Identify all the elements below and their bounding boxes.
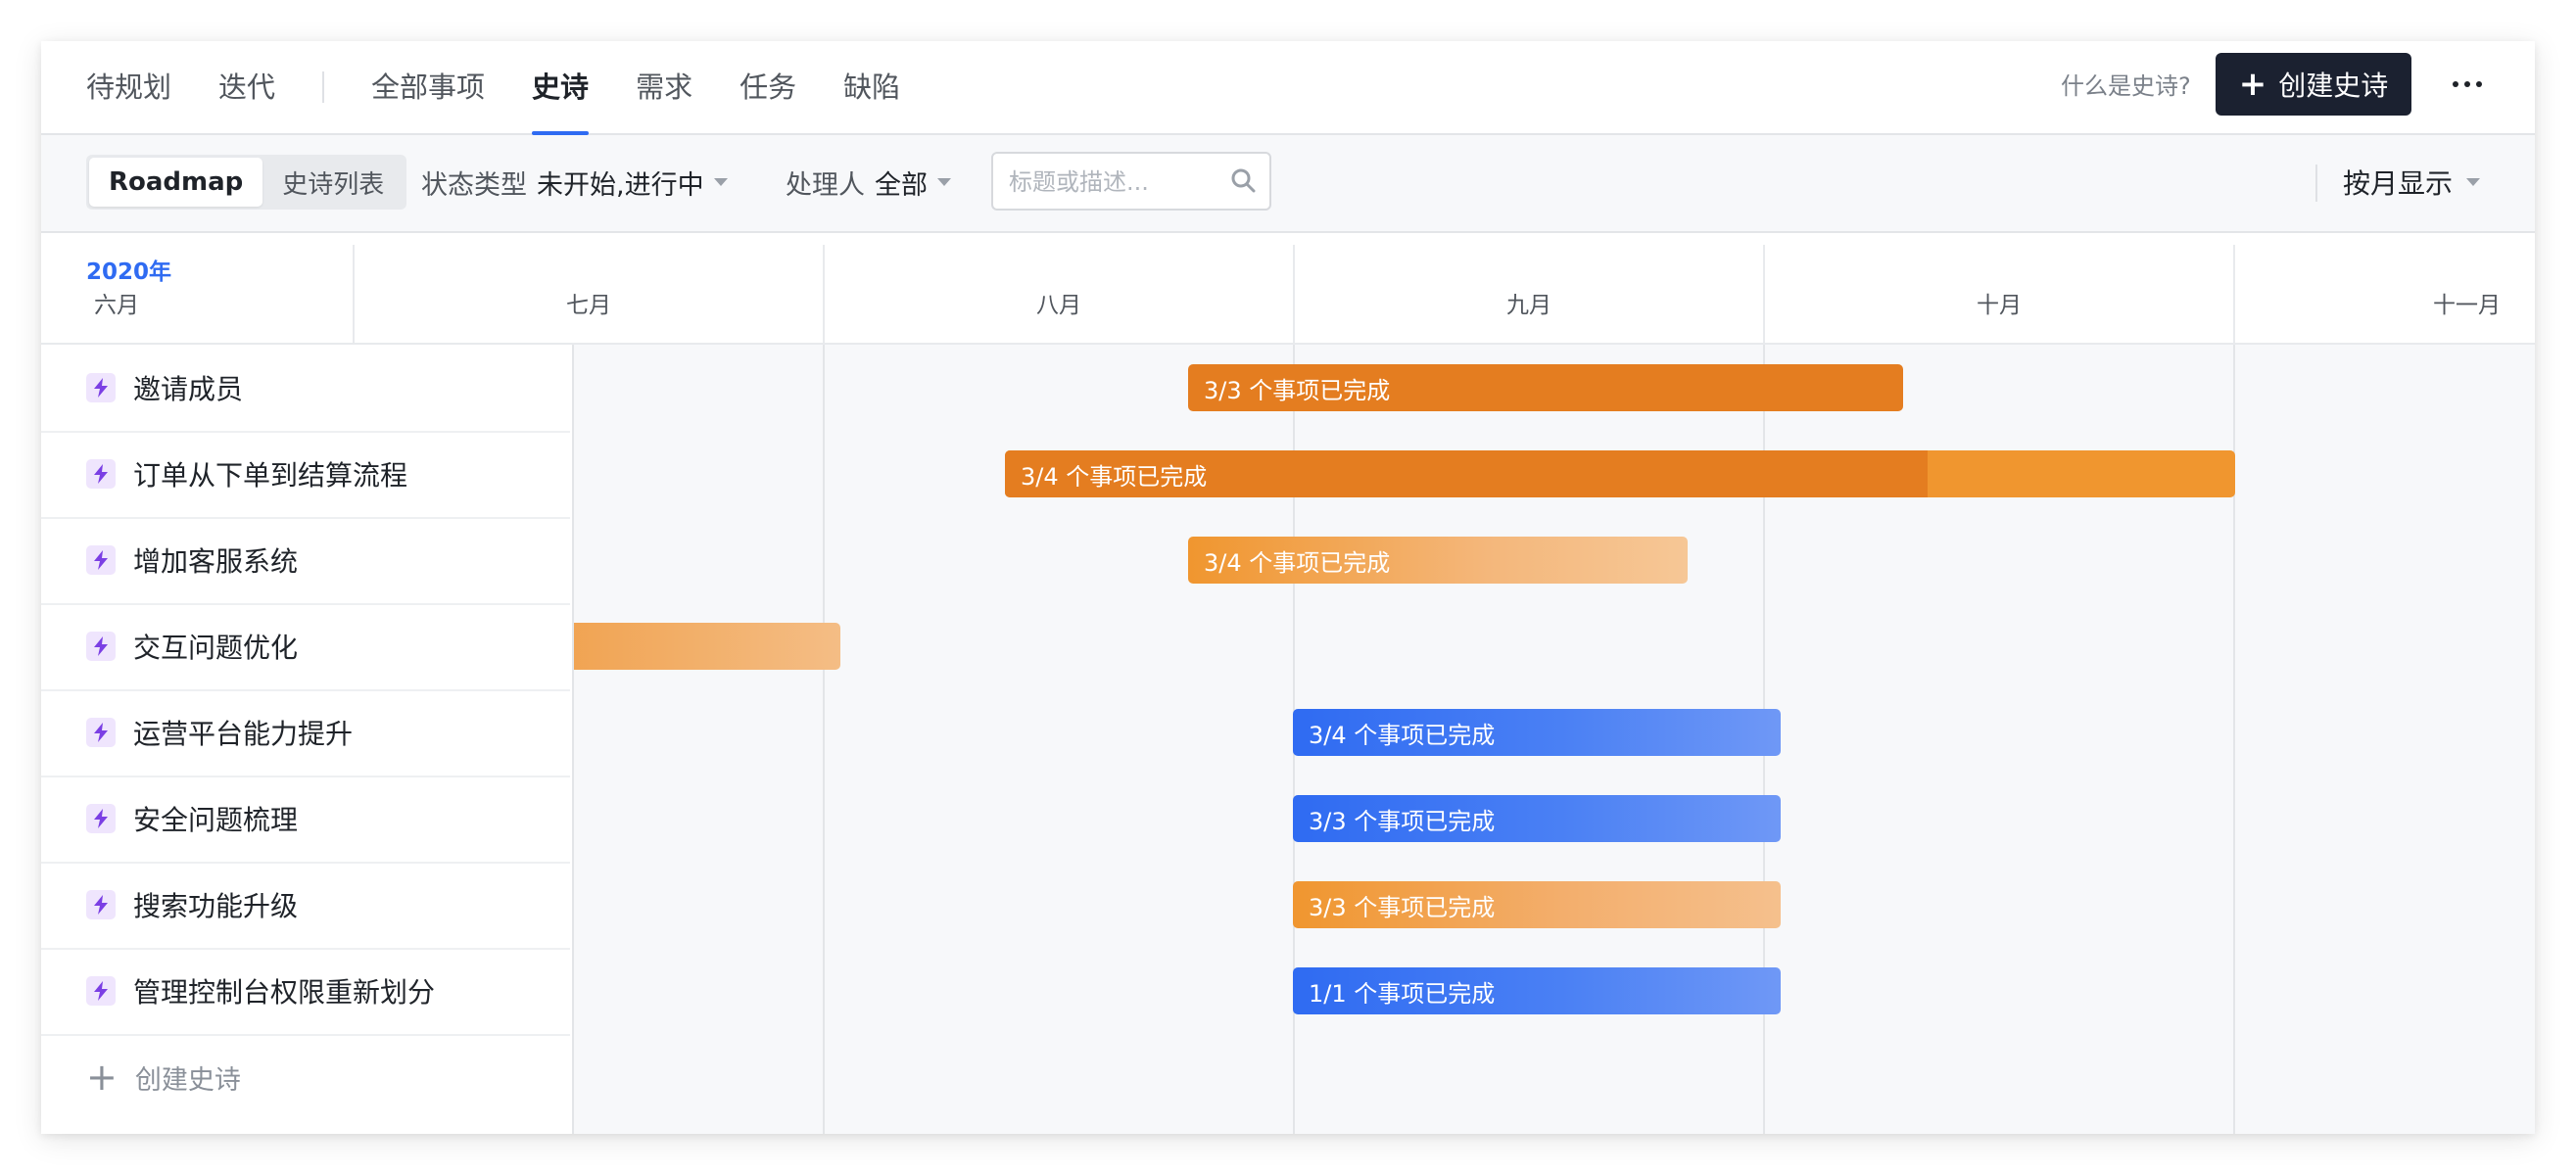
epic-row-invite-members[interactable]: 邀请成员	[41, 345, 570, 433]
month-divider	[823, 245, 825, 343]
epic-row-order-flow[interactable]: 订单从下单到结算流程	[41, 431, 570, 519]
chevron-down-icon	[2466, 178, 2481, 186]
grid-line	[823, 345, 825, 1134]
epic-row-customer-service[interactable]: 增加客服系统	[41, 517, 570, 605]
status-type-filter[interactable]: 状态类型 未开始,进行中	[421, 155, 728, 210]
filter-toolbar: Roadmap 史诗列表 状态类型 未开始,进行中 处理人 全部 按月显示	[41, 135, 2535, 233]
more-horizontal-icon[interactable]	[2443, 63, 2492, 106]
assignee-filter[interactable]: 处理人 全部	[786, 155, 951, 210]
view-switcher: Roadmap 史诗列表	[86, 155, 407, 210]
epic-row-ops-platform[interactable]: 运营平台能力提升	[41, 689, 570, 777]
epic-row-interaction-optimization[interactable]: 交互问题优化	[41, 603, 570, 691]
what-is-epic-link[interactable]: 什么是史诗?	[2061, 69, 2191, 104]
status-filter-value: 未开始,进行中	[537, 169, 704, 201]
lightning-icon	[86, 373, 116, 402]
lightning-icon	[86, 890, 116, 919]
search-icon[interactable]	[1230, 167, 1256, 193]
timeline-header: 2020年 六月 七月 八月 九月 十月 十一月	[41, 233, 2535, 345]
epic-name: 管理控制台权限重新划分	[133, 976, 436, 1009]
epic-list-panel: 邀请成员 订单从下单到结算流程 增加客服系统 交互问题优化 运营平台能力提升 安…	[41, 345, 574, 1134]
epic-bar-customer-service[interactable]: 3/4 个事项已完成	[1188, 537, 1688, 584]
plus-icon: +	[86, 1056, 118, 1099]
epic-name: 安全问题梳理	[133, 804, 299, 836]
epic-bar-progress: 3/3 个事项已完成	[1309, 893, 1496, 921]
lightning-icon	[86, 545, 116, 575]
lightning-icon	[86, 976, 116, 1006]
month-label-sep: 九月	[1506, 293, 1551, 318]
epic-bar-progress: 3/3 个事项已完成	[1309, 807, 1496, 835]
epic-row-security-review[interactable]: 安全问题梳理	[41, 776, 570, 864]
month-label-oct: 十月	[1977, 293, 2022, 318]
month-divider	[2233, 245, 2235, 343]
epic-name: 邀请成员	[133, 373, 244, 405]
lightning-icon	[86, 718, 116, 747]
search-input[interactable]	[1007, 154, 1226, 211]
epic-name: 订单从下单到结算流程	[133, 459, 408, 492]
epic-bar-progress: 1/1 个事项已完成	[1309, 979, 1496, 1008]
epic-row-console-permissions[interactable]: 管理控制台权限重新划分	[41, 948, 570, 1036]
nav-tab-bugs[interactable]: 缺陷	[843, 41, 900, 133]
toolbar-divider	[2315, 164, 2317, 202]
status-filter-label: 状态类型	[421, 169, 527, 201]
display-mode-value: 按月显示	[2343, 167, 2454, 200]
nav-tab-backlog[interactable]: 待规划	[86, 41, 171, 133]
create-epic-row[interactable]: + 创建史诗	[41, 1034, 570, 1120]
app-window: 待规划 迭代 全部事项 史诗 需求 任务 缺陷 什么是史诗? + 创建史诗 Ro…	[41, 41, 2535, 1134]
epic-bar-search-upgrade[interactable]: 3/3 个事项已完成	[1293, 881, 1781, 928]
epic-name: 运营平台能力提升	[133, 718, 354, 750]
month-label-jun: 六月	[94, 293, 139, 318]
nav-tab-tasks[interactable]: 任务	[739, 41, 796, 133]
search-box	[991, 152, 1271, 211]
plus-icon: +	[2238, 65, 2267, 104]
lightning-icon	[86, 804, 116, 833]
top-nav-bar: 待规划 迭代 全部事项 史诗 需求 任务 缺陷 什么是史诗? + 创建史诗	[41, 41, 2535, 135]
nav-tab-requirements[interactable]: 需求	[636, 41, 692, 133]
create-epic-button-label: 创建史诗	[2278, 70, 2389, 102]
epic-bar-interaction-optimization[interactable]	[531, 623, 840, 670]
nav-divider	[322, 71, 325, 103]
create-epic-button[interactable]: + 创建史诗	[2216, 53, 2411, 116]
epic-row-search-upgrade[interactable]: 搜索功能升级	[41, 862, 570, 950]
create-epic-row-label: 创建史诗	[134, 1064, 241, 1096]
view-epic-list[interactable]: 史诗列表	[262, 158, 404, 207]
nav-tab-sprint[interactable]: 迭代	[218, 41, 275, 133]
month-label-aug: 八月	[1036, 293, 1081, 318]
epic-bar-security-review[interactable]: 3/3 个事项已完成	[1293, 795, 1781, 842]
main-nav: 待规划 迭代 全部事项 史诗 需求 任务 缺陷	[86, 41, 947, 135]
chevron-down-icon	[937, 178, 951, 186]
epic-bar-progress: 3/4 个事项已完成	[1021, 462, 1208, 491]
epic-name: 交互问题优化	[133, 632, 299, 664]
month-divider	[1763, 245, 1765, 343]
display-mode-select[interactable]: 按月显示	[2343, 155, 2481, 210]
month-label-nov: 十一月	[2433, 293, 2501, 318]
month-divider	[353, 245, 355, 343]
epic-bar-progress: 3/3 个事项已完成	[1204, 376, 1391, 404]
month-label-jul: 七月	[566, 293, 611, 318]
view-roadmap[interactable]: Roadmap	[89, 158, 263, 207]
nav-tab-all-items[interactable]: 全部事项	[371, 41, 485, 133]
assignee-filter-label: 处理人	[786, 169, 865, 201]
epic-bar-progress: 3/4 个事项已完成	[1309, 721, 1496, 749]
epic-name: 搜索功能升级	[133, 890, 299, 922]
lightning-icon	[86, 632, 116, 661]
year-label: 2020年	[86, 259, 172, 285]
chevron-down-icon	[713, 178, 728, 186]
month-divider	[1293, 245, 1295, 343]
assignee-filter-value: 全部	[875, 169, 928, 201]
epic-bar-console-permissions[interactable]: 1/1 个事项已完成	[1293, 967, 1781, 1014]
epic-name: 增加客服系统	[133, 545, 299, 578]
epic-bar-progress: 3/4 个事项已完成	[1204, 548, 1391, 577]
timeline-body: 邀请成员 订单从下单到结算流程 增加客服系统 交互问题优化 运营平台能力提升 安…	[41, 345, 2535, 1134]
nav-tab-epics[interactable]: 史诗	[532, 41, 590, 135]
epic-bar-ops-platform[interactable]: 3/4 个事项已完成	[1293, 709, 1781, 756]
lightning-icon	[86, 459, 116, 489]
epic-bar-order-flow[interactable]: 3/4 个事项已完成	[1005, 450, 2235, 497]
epic-bar-invite-members[interactable]: 3/3 个事项已完成	[1188, 364, 1903, 411]
